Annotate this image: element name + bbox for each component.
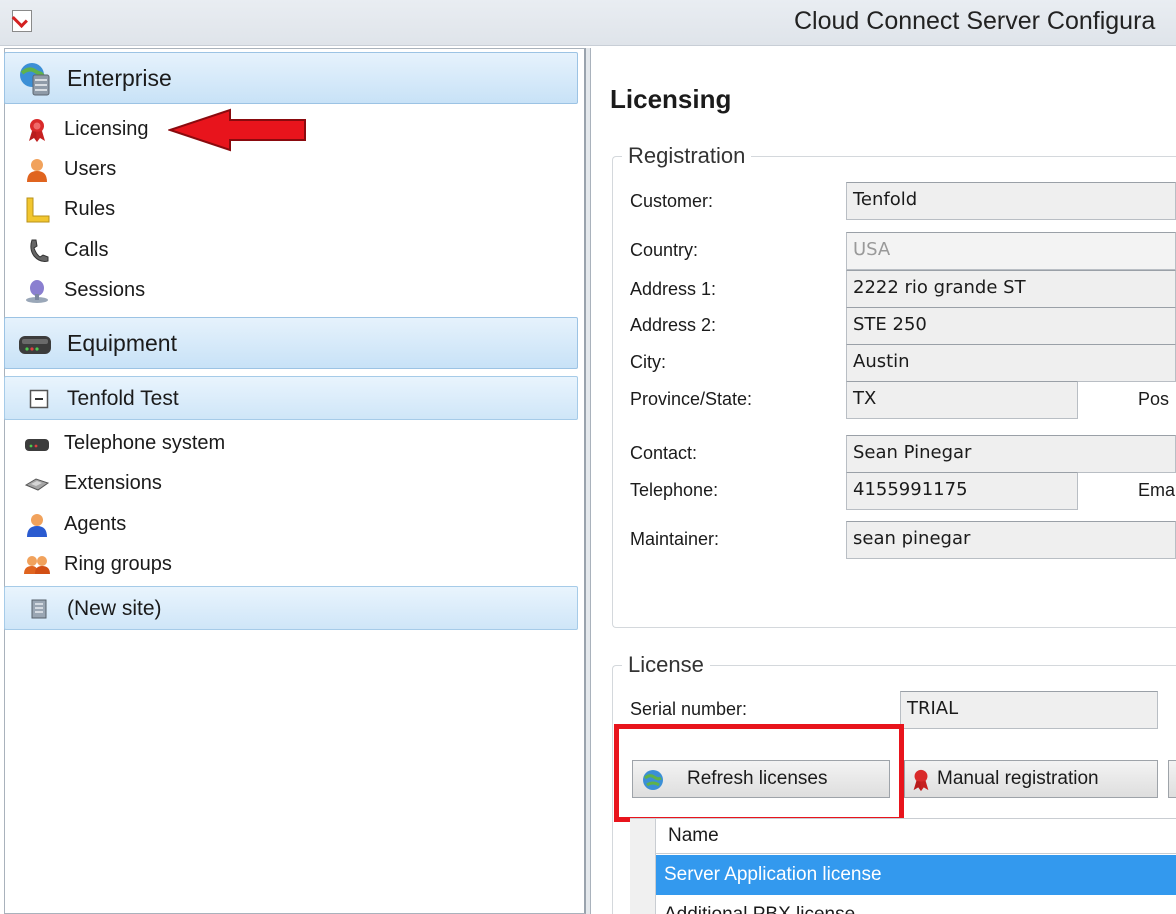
ring-group-icon xyxy=(24,556,50,574)
annotation-arrow-icon xyxy=(168,108,306,152)
telephone-field[interactable]: 4155991175 xyxy=(846,472,1078,510)
sidebar-item-label: Users xyxy=(64,158,117,180)
sidebar-item-extensions[interactable]: Extensions xyxy=(18,467,538,501)
serial-number-label: Serial number: xyxy=(630,699,748,719)
customer-label: Customer: xyxy=(630,191,714,211)
address2-field[interactable]: STE 250 xyxy=(846,307,1176,345)
site-header-tenfold-test[interactable]: Tenfold Test xyxy=(4,376,578,420)
license-title: License xyxy=(622,652,710,678)
state-label: Province/State: xyxy=(630,389,753,409)
country-field[interactable]: USA xyxy=(846,232,1176,270)
agent-icon xyxy=(27,514,47,537)
ribbon-icon xyxy=(913,769,929,792)
address2-label: Address 2: xyxy=(630,315,717,335)
telephone-label: Telephone: xyxy=(630,480,719,500)
city-field[interactable]: Austin xyxy=(846,344,1176,382)
manual-registration-label: Manual registration xyxy=(937,768,1099,789)
user-icon xyxy=(27,159,47,182)
more-button[interactable] xyxy=(1168,760,1176,798)
sidebar-item-calls[interactable]: Calls xyxy=(18,234,538,268)
registration-title: Registration xyxy=(622,143,752,169)
sidebar-item-telephone-system[interactable]: Telephone system xyxy=(18,427,538,461)
annotation-highlight-box xyxy=(614,724,904,822)
table-cell: Server Application license xyxy=(664,864,882,885)
sidebar-item-label: Licensing xyxy=(64,118,149,140)
enterprise-group-label: Enterprise xyxy=(67,65,172,91)
table-cell: Additional PBX license xyxy=(664,904,855,914)
grid-column-header-name[interactable]: Name xyxy=(656,820,1176,854)
contact-field[interactable]: Sean Pinegar xyxy=(846,435,1176,473)
session-icon xyxy=(26,280,48,303)
collapse-icon[interactable] xyxy=(29,389,49,409)
sidebar-item-label: Agents xyxy=(64,513,127,535)
site-label: Tenfold Test xyxy=(67,387,179,410)
address1-label: Address 1: xyxy=(630,279,717,299)
sidebar-item-label: Extensions xyxy=(64,472,162,494)
sidebar-item-ring-groups[interactable]: Ring groups xyxy=(18,548,538,582)
sidebar-item-label: Ring groups xyxy=(64,553,172,575)
sidebar-item-users[interactable]: Users xyxy=(18,153,538,187)
country-label: Country: xyxy=(630,240,699,260)
maintainer-label: Maintainer: xyxy=(630,529,720,549)
equipment-group-label: Equipment xyxy=(67,330,177,356)
email-label: Ema xyxy=(1138,480,1176,500)
address1-field[interactable]: 2222 rio grande ST xyxy=(846,270,1176,308)
new-site-item[interactable]: (New site) xyxy=(4,586,578,630)
sidebar-item-label: Telephone system xyxy=(64,432,226,454)
postal-label: Pos xyxy=(1138,389,1170,409)
globe-server-icon xyxy=(20,63,50,96)
extensions-icon xyxy=(24,478,50,491)
building-icon xyxy=(31,599,47,619)
sidebar-item-agents[interactable]: Agents xyxy=(18,508,538,542)
city-label: City: xyxy=(630,352,666,372)
sidebar-item-sessions[interactable]: Sessions xyxy=(18,274,538,308)
sidebar-item-label: Calls xyxy=(64,239,109,261)
pbx-icon xyxy=(25,439,49,451)
window-title: Cloud Connect Server Configura xyxy=(794,7,1156,35)
sidebar-item-label: Rules xyxy=(64,198,116,220)
customer-field[interactable]: Tenfold xyxy=(846,182,1176,220)
page-title: Licensing xyxy=(610,84,732,114)
grid-row-header xyxy=(630,819,656,914)
ruler-icon xyxy=(26,197,50,223)
state-field[interactable]: TX xyxy=(846,381,1078,419)
sidebar-item-rules[interactable]: Rules xyxy=(18,193,538,227)
equipment-group-header[interactable]: Equipment xyxy=(4,317,578,369)
ribbon-icon xyxy=(29,119,45,142)
phone-handset-icon xyxy=(30,239,49,262)
maintainer-field[interactable]: sean pinegar xyxy=(846,521,1176,559)
pbx-equipment-icon xyxy=(19,336,51,354)
grid-header-label: Name xyxy=(668,825,719,846)
table-row[interactable]: Additional PBX license xyxy=(656,895,1176,914)
app-icon[interactable] xyxy=(12,10,32,32)
sidebar-item-label: Sessions xyxy=(64,279,146,301)
manual-registration-button[interactable]: Manual registration xyxy=(904,760,1158,798)
title-bar: Cloud Connect Server Configura xyxy=(0,0,1176,46)
serial-number-field[interactable]: TRIAL xyxy=(900,691,1158,729)
contact-label: Contact: xyxy=(630,443,698,463)
enterprise-group-header[interactable]: Enterprise xyxy=(4,52,578,104)
new-site-label: (New site) xyxy=(67,597,162,620)
table-row[interactable]: Server Application license xyxy=(656,855,1176,895)
